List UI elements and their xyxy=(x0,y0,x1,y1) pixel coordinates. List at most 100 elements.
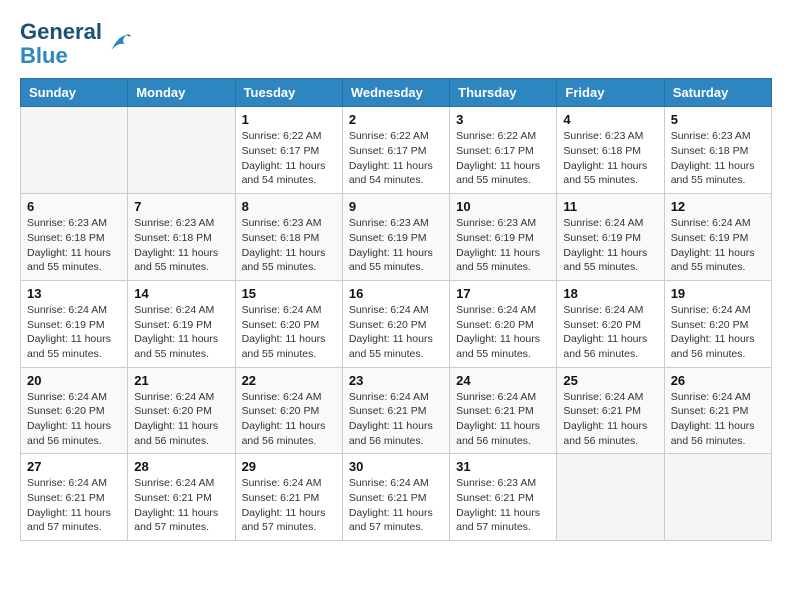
day-number: 27 xyxy=(27,459,121,474)
day-number: 13 xyxy=(27,286,121,301)
calendar-cell: 9 Sunrise: 6:23 AM Sunset: 6:19 PM Daylig… xyxy=(342,194,449,281)
day-info: Sunrise: 6:23 AM Sunset: 6:18 PM Dayligh… xyxy=(671,129,765,188)
day-info: Sunrise: 6:22 AM Sunset: 6:17 PM Dayligh… xyxy=(349,129,443,188)
calendar-header-monday: Monday xyxy=(128,79,235,107)
day-info: Sunrise: 6:24 AM Sunset: 6:20 PM Dayligh… xyxy=(134,390,228,449)
calendar-cell: 16 Sunrise: 6:24 AM Sunset: 6:20 PM Dayli… xyxy=(342,280,449,367)
day-number: 18 xyxy=(563,286,657,301)
day-info: Sunrise: 6:24 AM Sunset: 6:20 PM Dayligh… xyxy=(563,303,657,362)
day-number: 1 xyxy=(242,112,336,127)
calendar-table: SundayMondayTuesdayWednesdayThursdayFrid… xyxy=(20,78,772,541)
calendar-cell: 1 Sunrise: 6:22 AM Sunset: 6:17 PM Daylig… xyxy=(235,107,342,194)
day-info: Sunrise: 6:24 AM Sunset: 6:21 PM Dayligh… xyxy=(671,390,765,449)
day-number: 8 xyxy=(242,199,336,214)
calendar-cell: 4Sunrise: 6:23 AM Sunset: 6:18 PM Daylig… xyxy=(557,107,664,194)
calendar-cell: 11Sunrise: 6:24 AM Sunset: 6:19 PM Dayli… xyxy=(557,194,664,281)
calendar-cell: 8 Sunrise: 6:23 AM Sunset: 6:18 PM Daylig… xyxy=(235,194,342,281)
day-info: Sunrise: 6:24 AM Sunset: 6:20 PM Dayligh… xyxy=(456,303,550,362)
day-info: Sunrise: 6:23 AM Sunset: 6:18 PM Dayligh… xyxy=(563,129,657,188)
day-info: Sunrise: 6:24 AM Sunset: 6:21 PM Dayligh… xyxy=(27,476,121,535)
day-number: 6 xyxy=(27,199,121,214)
calendar-cell xyxy=(557,454,664,541)
day-number: 25 xyxy=(563,373,657,388)
day-number: 16 xyxy=(349,286,443,301)
calendar-cell: 22 Sunrise: 6:24 AM Sunset: 6:20 PM Dayli… xyxy=(235,367,342,454)
logo-bird-icon xyxy=(104,29,134,59)
day-info: Sunrise: 6:24 AM Sunset: 6:21 PM Dayligh… xyxy=(563,390,657,449)
day-number: 11 xyxy=(563,199,657,214)
calendar-header-sunday: Sunday xyxy=(21,79,128,107)
day-info: Sunrise: 6:23 AM Sunset: 6:19 PM Dayligh… xyxy=(456,216,550,275)
calendar-cell xyxy=(664,454,771,541)
calendar-week-3: 13 Sunrise: 6:24 AM Sunset: 6:19 PM Dayli… xyxy=(21,280,772,367)
day-info: Sunrise: 6:24 AM Sunset: 6:19 PM Dayligh… xyxy=(27,303,121,362)
calendar-cell: 31Sunrise: 6:23 AM Sunset: 6:21 PM Dayli… xyxy=(450,454,557,541)
day-number: 19 xyxy=(671,286,765,301)
day-number: 26 xyxy=(671,373,765,388)
calendar-header-friday: Friday xyxy=(557,79,664,107)
day-number: 9 xyxy=(349,199,443,214)
calendar-cell: 10 Sunrise: 6:23 AM Sunset: 6:19 PM Dayli… xyxy=(450,194,557,281)
calendar-cell: 29Sunrise: 6:24 AM Sunset: 6:21 PM Dayli… xyxy=(235,454,342,541)
calendar-cell: 20 Sunrise: 6:24 AM Sunset: 6:20 PM Dayli… xyxy=(21,367,128,454)
day-number: 30 xyxy=(349,459,443,474)
day-number: 3 xyxy=(456,112,550,127)
calendar-cell: 2 Sunrise: 6:22 AM Sunset: 6:17 PM Daylig… xyxy=(342,107,449,194)
day-number: 24 xyxy=(456,373,550,388)
day-info: Sunrise: 6:24 AM Sunset: 6:19 PM Dayligh… xyxy=(134,303,228,362)
calendar-body: 1 Sunrise: 6:22 AM Sunset: 6:17 PM Daylig… xyxy=(21,107,772,541)
day-info: Sunrise: 6:23 AM Sunset: 6:19 PM Dayligh… xyxy=(349,216,443,275)
calendar-cell: 3Sunrise: 6:22 AM Sunset: 6:17 PM Daylig… xyxy=(450,107,557,194)
calendar-header-wednesday: Wednesday xyxy=(342,79,449,107)
logo-text: General Blue xyxy=(20,20,102,68)
calendar-header-row: SundayMondayTuesdayWednesdayThursdayFrid… xyxy=(21,79,772,107)
calendar-cell: 7Sunrise: 6:23 AM Sunset: 6:18 PM Daylig… xyxy=(128,194,235,281)
calendar-cell: 28 Sunrise: 6:24 AM Sunset: 6:21 PM Dayli… xyxy=(128,454,235,541)
day-info: Sunrise: 6:24 AM Sunset: 6:19 PM Dayligh… xyxy=(671,216,765,275)
day-number: 28 xyxy=(134,459,228,474)
day-info: Sunrise: 6:24 AM Sunset: 6:20 PM Dayligh… xyxy=(349,303,443,362)
calendar-week-2: 6 Sunrise: 6:23 AM Sunset: 6:18 PM Daylig… xyxy=(21,194,772,281)
calendar-cell: 12 Sunrise: 6:24 AM Sunset: 6:19 PM Dayli… xyxy=(664,194,771,281)
day-number: 2 xyxy=(349,112,443,127)
day-number: 14 xyxy=(134,286,228,301)
day-number: 31 xyxy=(456,459,550,474)
calendar-cell: 21 Sunrise: 6:24 AM Sunset: 6:20 PM Dayli… xyxy=(128,367,235,454)
day-number: 17 xyxy=(456,286,550,301)
day-info: Sunrise: 6:22 AM Sunset: 6:17 PM Dayligh… xyxy=(242,129,336,188)
calendar-cell: 24 Sunrise: 6:24 AM Sunset: 6:21 PM Dayli… xyxy=(450,367,557,454)
calendar-cell: 19 Sunrise: 6:24 AM Sunset: 6:20 PM Dayli… xyxy=(664,280,771,367)
calendar-header-tuesday: Tuesday xyxy=(235,79,342,107)
calendar-cell: 14 Sunrise: 6:24 AM Sunset: 6:19 PM Dayli… xyxy=(128,280,235,367)
day-info: Sunrise: 6:24 AM Sunset: 6:21 PM Dayligh… xyxy=(134,476,228,535)
day-info: Sunrise: 6:23 AM Sunset: 6:18 PM Dayligh… xyxy=(242,216,336,275)
calendar-cell: 18 Sunrise: 6:24 AM Sunset: 6:20 PM Dayli… xyxy=(557,280,664,367)
calendar-cell: 6 Sunrise: 6:23 AM Sunset: 6:18 PM Daylig… xyxy=(21,194,128,281)
calendar-week-5: 27 Sunrise: 6:24 AM Sunset: 6:21 PM Dayli… xyxy=(21,454,772,541)
calendar-cell: 26 Sunrise: 6:24 AM Sunset: 6:21 PM Dayli… xyxy=(664,367,771,454)
day-info: Sunrise: 6:24 AM Sunset: 6:20 PM Dayligh… xyxy=(242,390,336,449)
day-info: Sunrise: 6:24 AM Sunset: 6:21 PM Dayligh… xyxy=(349,390,443,449)
day-number: 12 xyxy=(671,199,765,214)
calendar-week-4: 20 Sunrise: 6:24 AM Sunset: 6:20 PM Dayli… xyxy=(21,367,772,454)
calendar-cell: 5Sunrise: 6:23 AM Sunset: 6:18 PM Daylig… xyxy=(664,107,771,194)
calendar-cell xyxy=(128,107,235,194)
day-info: Sunrise: 6:24 AM Sunset: 6:20 PM Dayligh… xyxy=(242,303,336,362)
day-number: 15 xyxy=(242,286,336,301)
day-info: Sunrise: 6:24 AM Sunset: 6:20 PM Dayligh… xyxy=(27,390,121,449)
calendar-cell xyxy=(21,107,128,194)
day-info: Sunrise: 6:24 AM Sunset: 6:21 PM Dayligh… xyxy=(242,476,336,535)
day-info: Sunrise: 6:23 AM Sunset: 6:18 PM Dayligh… xyxy=(27,216,121,275)
calendar-cell: 23Sunrise: 6:24 AM Sunset: 6:21 PM Dayli… xyxy=(342,367,449,454)
day-number: 7 xyxy=(134,199,228,214)
calendar-cell: 25 Sunrise: 6:24 AM Sunset: 6:21 PM Dayli… xyxy=(557,367,664,454)
day-number: 20 xyxy=(27,373,121,388)
day-number: 21 xyxy=(134,373,228,388)
day-info: Sunrise: 6:24 AM Sunset: 6:20 PM Dayligh… xyxy=(671,303,765,362)
calendar-header-thursday: Thursday xyxy=(450,79,557,107)
day-number: 10 xyxy=(456,199,550,214)
day-number: 22 xyxy=(242,373,336,388)
day-info: Sunrise: 6:24 AM Sunset: 6:21 PM Dayligh… xyxy=(456,390,550,449)
calendar-cell: 30Sunrise: 6:24 AM Sunset: 6:21 PM Dayli… xyxy=(342,454,449,541)
calendar-cell: 27 Sunrise: 6:24 AM Sunset: 6:21 PM Dayli… xyxy=(21,454,128,541)
